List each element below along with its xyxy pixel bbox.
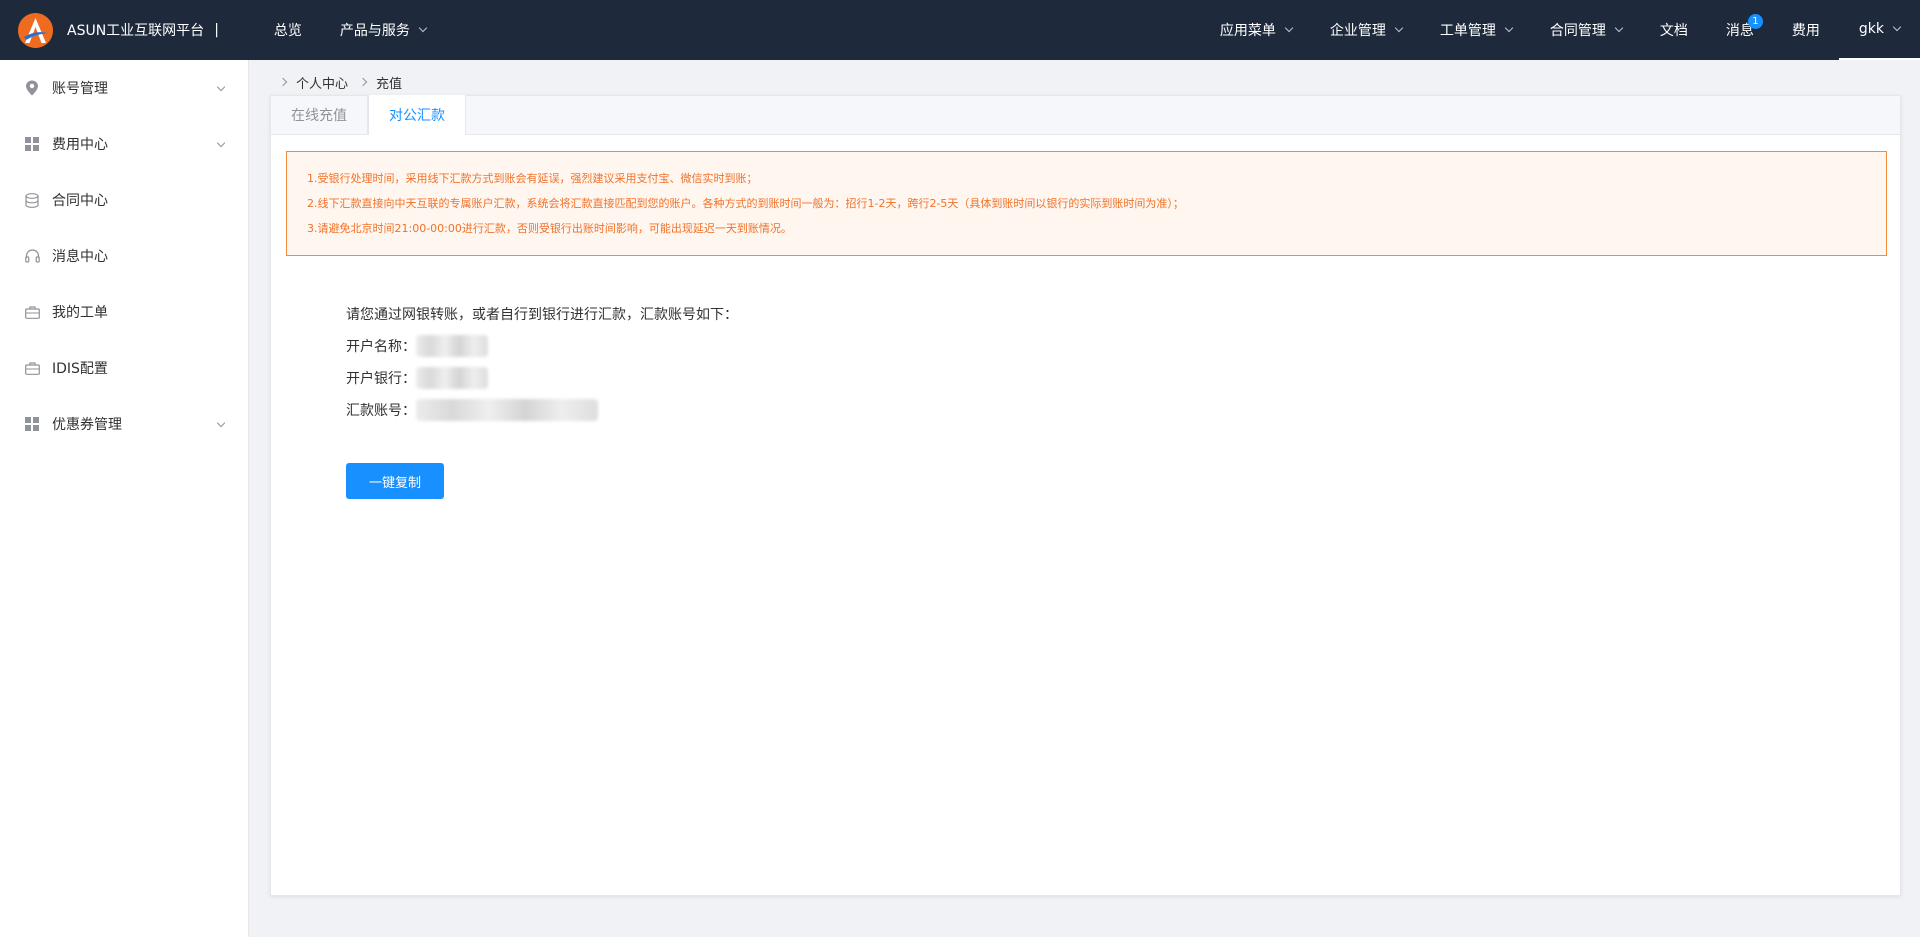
topnav-enterprise-management[interactable]: 企业管理 xyxy=(1311,0,1421,60)
grid-icon xyxy=(24,136,40,152)
account-name-redacted xyxy=(416,335,488,357)
topnav-overview-label: 总览 xyxy=(273,23,302,39)
transfer-notice: 1.受银行处理时间，采用线下汇款方式到账会有延误，强烈建议采用支付宝、微信实时到… xyxy=(286,151,1887,256)
account-number-label: 汇款账号： xyxy=(346,403,416,419)
topnav-contract-management-label: 合同管理 xyxy=(1549,23,1606,39)
account-number-row: 汇款账号： xyxy=(346,394,738,426)
sidebar-item-message-center[interactable]: 消息中心 xyxy=(0,228,248,284)
breadcrumb-personal-center[interactable]: 个人中心 xyxy=(296,73,348,92)
info-intro-row: 请您通过网银转账，或者自行到银行进行汇款，汇款账号如下： xyxy=(346,298,738,330)
message-count-badge: 1 xyxy=(1747,14,1763,29)
topnav-app-menu[interactable]: 应用菜单 xyxy=(1201,0,1311,60)
brand-name: ASUN工业互联网平台 xyxy=(67,23,205,39)
location-pin-icon xyxy=(24,80,40,96)
recharge-tabs: 在线充值 对公汇款 xyxy=(271,95,1900,135)
tab-online-recharge-label: 在线充值 xyxy=(291,107,347,124)
chevron-down-icon xyxy=(1614,23,1624,33)
brand-area[interactable]: ASUN工业互联网平台 | xyxy=(0,0,219,60)
chevron-down-icon xyxy=(216,82,226,92)
topnav-left: 总览 产品与服务 xyxy=(255,0,445,60)
chevron-down-icon xyxy=(216,418,226,428)
topnav-messages[interactable]: 消息 1 xyxy=(1707,0,1773,60)
sidebar-item-label: 消息中心 xyxy=(52,249,108,265)
top-navigation-bar: ASUN工业互联网平台 | 总览 产品与服务 应用菜单 企业管理 工单管理 合同… xyxy=(0,0,1920,60)
headset-icon xyxy=(24,248,40,264)
briefcase-icon xyxy=(24,304,40,320)
chevron-down-icon xyxy=(1504,23,1514,33)
notice-line: 2.线下汇款直接向中天互联的专属账户汇款，系统会将汇款直接匹配到您的账户。各种方… xyxy=(307,197,1184,210)
tab-online-recharge[interactable]: 在线充值 xyxy=(271,95,368,134)
recharge-card: 在线充值 对公汇款 1.受银行处理时间，采用线下汇款方式到账会有延误，强烈建议采… xyxy=(270,95,1901,896)
username: gkk xyxy=(1858,21,1884,37)
chevron-down-icon xyxy=(1394,23,1404,33)
sidebar-item-label: IDIS配置 xyxy=(52,361,108,377)
bank-label: 开户银行： xyxy=(346,371,416,387)
topnav-docs-label: 文档 xyxy=(1659,23,1688,39)
chevron-down-icon xyxy=(418,23,428,33)
bank-redacted xyxy=(416,367,488,389)
topnav-right: 应用菜单 企业管理 工单管理 合同管理 文档 消息 1 费用 gkk xyxy=(1201,0,1920,60)
sidebar-item-label: 账号管理 xyxy=(52,81,108,97)
sidebar-item-account-management[interactable]: 账号管理 xyxy=(0,60,248,116)
sidebar-item-label: 合同中心 xyxy=(52,193,108,209)
topnav-products-services[interactable]: 产品与服务 xyxy=(321,0,445,60)
info-intro: 请您通过网银转账，或者自行到银行进行汇款，汇款账号如下： xyxy=(346,307,738,323)
chevron-right-icon xyxy=(358,77,368,87)
topnav-ticket-management-label: 工单管理 xyxy=(1439,23,1496,39)
chevron-right-icon xyxy=(278,77,288,87)
topnav-ticket-management[interactable]: 工单管理 xyxy=(1421,0,1531,60)
brand-separator: | xyxy=(214,22,219,38)
chevron-down-icon xyxy=(1284,23,1294,33)
notice-line: 1.受银行处理时间，采用线下汇款方式到账会有延误，强烈建议采用支付宝、微信实时到… xyxy=(307,172,758,185)
topnav-billing-label: 费用 xyxy=(1791,23,1820,39)
sidebar-item-contract-center[interactable]: 合同中心 xyxy=(0,172,248,228)
sidebar-item-label: 费用中心 xyxy=(52,137,108,153)
sidebar-item-coupon-management[interactable]: 优惠券管理 xyxy=(0,396,248,452)
account-name-label: 开户名称： xyxy=(346,339,416,355)
sidebar-item-idis-config[interactable]: IDIS配置 xyxy=(0,340,248,396)
chevron-down-icon xyxy=(1892,22,1902,32)
sidebar-item-my-tickets[interactable]: 我的工单 xyxy=(0,284,248,340)
sidebar-item-label: 我的工单 xyxy=(52,305,108,321)
account-name-row: 开户名称： xyxy=(346,330,738,362)
copy-all-button[interactable]: 一键复制 xyxy=(346,463,444,499)
breadcrumb-recharge: 充值 xyxy=(376,76,403,92)
bank-row: 开户银行： xyxy=(346,362,738,394)
grid-icon xyxy=(24,416,40,432)
sidebar-item-billing-center[interactable]: 费用中心 xyxy=(0,116,248,172)
account-info: 请您通过网银转账，或者自行到银行进行汇款，汇款账号如下： 开户名称： 开户银行：… xyxy=(346,298,738,426)
tab-corporate-transfer[interactable]: 对公汇款 xyxy=(368,95,466,135)
topnav-overview[interactable]: 总览 xyxy=(255,0,321,60)
topnav-app-menu-label: 应用菜单 xyxy=(1219,23,1276,39)
topnav-billing[interactable]: 费用 xyxy=(1773,0,1839,60)
sidebar: 账号管理 费用中心 合同中心 消息中心 我的工单 IDIS配置 优惠券管理 xyxy=(0,60,249,937)
breadcrumb: 个人中心 充值 xyxy=(276,72,402,92)
briefcase-icon xyxy=(24,360,40,376)
account-number-redacted xyxy=(416,399,598,421)
topnav-contract-management[interactable]: 合同管理 xyxy=(1531,0,1641,60)
topnav-products-services-label: 产品与服务 xyxy=(339,23,410,39)
tab-corporate-transfer-label: 对公汇款 xyxy=(389,108,445,124)
sidebar-item-label: 优惠券管理 xyxy=(52,417,122,433)
database-icon xyxy=(24,192,40,208)
user-menu[interactable]: gkk xyxy=(1838,0,1920,60)
chevron-down-icon xyxy=(216,138,226,148)
topnav-docs[interactable]: 文档 xyxy=(1641,0,1707,60)
asun-logo-icon xyxy=(18,12,53,48)
topnav-enterprise-management-label: 企业管理 xyxy=(1329,23,1386,39)
notice-line: 3.请避免北京时间21:00-00:00进行汇款，否则受银行出账时间影响，可能出… xyxy=(307,222,792,235)
